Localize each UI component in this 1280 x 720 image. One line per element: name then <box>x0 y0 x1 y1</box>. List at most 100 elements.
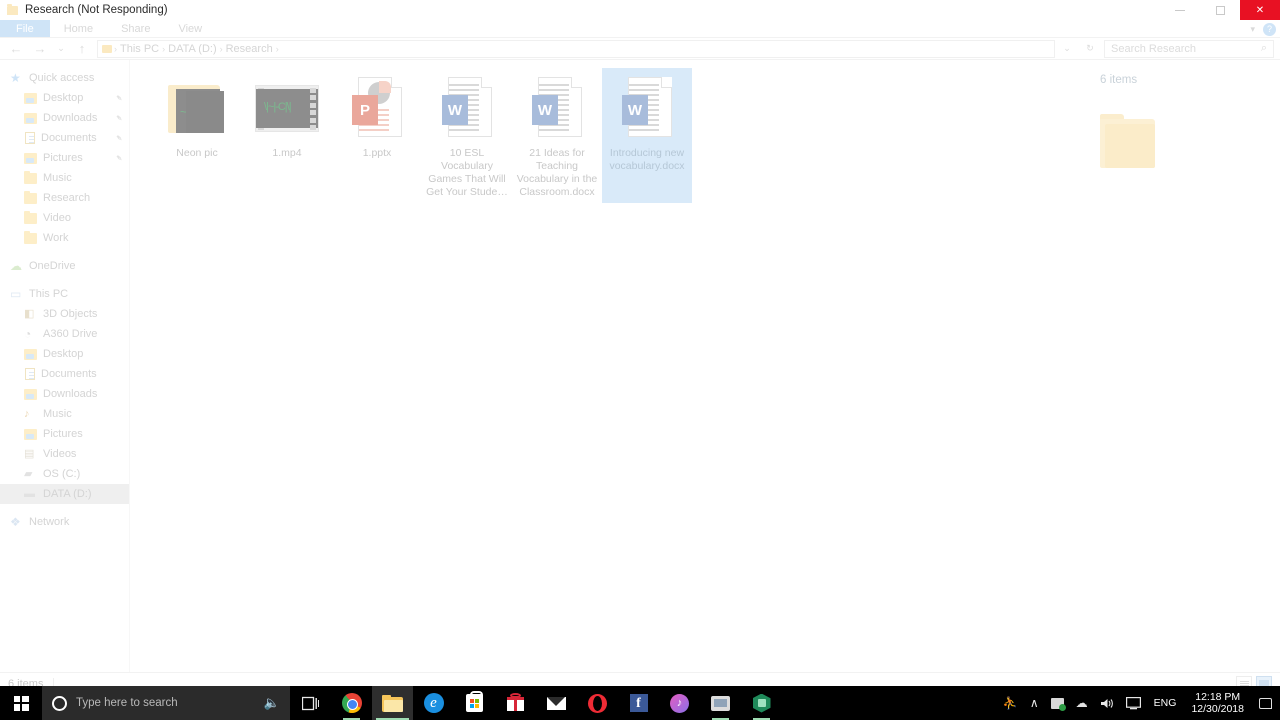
forward-button[interactable]: → <box>28 38 52 60</box>
sidebar-item-pc-videos[interactable]: ▤ Videos <box>0 444 129 464</box>
sidebar-label: Desktop <box>43 92 84 104</box>
language-indicator[interactable]: ENG <box>1147 697 1184 709</box>
tab-file[interactable]: File <box>0 20 50 37</box>
file-item-1-mp4[interactable]: \|~|-C|\| 1.mp4 <box>242 68 332 203</box>
sidebar-item-a360-drive[interactable]: ◔ A360 Drive <box>0 324 129 344</box>
taskbar-app-file-explorer[interactable] <box>372 686 413 720</box>
taskbar-search-input[interactable]: Type here to search 🔈 <box>42 686 290 720</box>
sidebar-item-work[interactable]: Work <box>0 228 129 248</box>
title-bar[interactable]: Research (Not Responding) ✕ <box>0 0 1280 20</box>
file-explorer-icon <box>382 694 403 712</box>
help-icon[interactable]: ? <box>1263 22 1276 36</box>
people-icon[interactable]: ⛹ <box>997 696 1024 710</box>
tab-share[interactable]: Share <box>107 20 164 37</box>
sidebar-item-video[interactable]: Video <box>0 208 129 228</box>
sidebar-item-pictures[interactable]: Pictures ✒ <box>0 148 129 168</box>
clock[interactable]: 12:18 PM 12/30/2018 <box>1183 691 1252 715</box>
taskbar-app-rewards[interactable] <box>495 686 536 720</box>
sidebar-item-network[interactable]: ❖ Network <box>0 512 129 532</box>
navigation-pane[interactable]: ★ Quick access Desktop ✒ Downloads ✒ Doc… <box>0 60 130 672</box>
close-button[interactable]: ✕ <box>1240 0 1280 20</box>
taskbar-app-opera[interactable] <box>577 686 618 720</box>
os-drive-icon: ▰ <box>24 467 33 480</box>
word-badge: W <box>532 95 558 125</box>
sidebar-item-desktop[interactable]: Desktop ✒ <box>0 88 129 108</box>
refresh-icon[interactable]: ↻ <box>1081 38 1099 60</box>
sidebar-item-onedrive[interactable]: ☁ OneDrive <box>0 256 129 276</box>
sidebar-label: Downloads <box>43 388 98 400</box>
start-button[interactable] <box>0 686 42 720</box>
sidebar-item-os-c[interactable]: ▰ OS (C:) <box>0 464 129 484</box>
file-item-introducing-new-vocabulary[interactable]: W Introducing new vocabulary.docx <box>602 68 692 203</box>
opera-icon <box>588 693 607 713</box>
maximize-button[interactable] <box>1200 0 1240 20</box>
display-icon[interactable] <box>1120 696 1147 710</box>
taskbar-app-hex[interactable] <box>741 686 782 720</box>
back-button[interactable]: ← <box>4 38 28 60</box>
breadcrumb[interactable]: › This PC › DATA (D:) › Research › <box>97 39 1055 58</box>
file-item-10-esl-vocabulary-games[interactable]: W 10 ESL Vocabulary Games That Will Get … <box>422 68 512 203</box>
task-view-button[interactable] <box>290 686 331 720</box>
sidebar-item-pc-desktop[interactable]: Desktop <box>0 344 129 364</box>
taskbar-app-facebook[interactable]: f <box>618 686 659 720</box>
store-icon <box>466 691 483 712</box>
word-badge: W <box>442 95 468 125</box>
folder-icon <box>24 191 37 204</box>
tab-home[interactable]: Home <box>50 20 107 37</box>
sidebar-item-documents[interactable]: Documents ✒ <box>0 128 129 148</box>
desktop-folder-icon <box>24 349 37 360</box>
microphone-icon[interactable]: 🔈 <box>264 695 280 711</box>
folder-icon <box>24 211 37 224</box>
taskbar-app-mail[interactable] <box>536 686 577 720</box>
taskbar-app-itunes[interactable]: ♪ <box>659 686 700 720</box>
maximize-icon <box>1215 5 1225 15</box>
notification-center-icon <box>1258 697 1272 709</box>
sidebar-item-downloads[interactable]: Downloads ✒ <box>0 108 129 128</box>
star-icon: ★ <box>10 70 21 85</box>
taskbar-app-edge[interactable]: e <box>413 686 454 720</box>
onedrive-sync-icon[interactable] <box>1045 697 1070 711</box>
folder-icon <box>24 171 37 184</box>
recent-locations-button[interactable]: ⌄ <box>52 38 70 60</box>
taskbar-app-monitor[interactable] <box>700 686 741 720</box>
cloud-icon[interactable]: ☁ <box>1070 696 1094 710</box>
breadcrumb-research[interactable]: Research <box>223 43 276 55</box>
cortana-circle-icon <box>52 695 67 711</box>
notification-center-button[interactable] <box>1252 697 1278 709</box>
file-item-neon-pic[interactable]: ~|~o?O| Neon pic <box>152 68 242 203</box>
search-input[interactable]: Search Research ⌕ <box>1104 39 1274 58</box>
address-dropdown-icon[interactable]: ⌄ <box>1058 38 1076 60</box>
sidebar-item-pc-pictures[interactable]: Pictures <box>0 424 129 444</box>
chevron-down-icon[interactable]: ▾ <box>1250 24 1255 35</box>
sidebar-label: DATA (D:) <box>43 488 92 500</box>
sidebar-item-data-d[interactable]: ▬ DATA (D:) <box>0 484 129 504</box>
taskbar-app-chrome[interactable] <box>331 686 372 720</box>
sidebar-item-pc-downloads[interactable]: Downloads <box>0 384 129 404</box>
file-label: 21 Ideas for Teaching Vocabulary in the … <box>516 147 598 198</box>
volume-icon[interactable] <box>1094 697 1120 710</box>
sidebar-item-quick-access[interactable]: ★ Quick access <box>0 68 129 88</box>
sidebar-item-music[interactable]: Music <box>0 168 129 188</box>
file-list-pane[interactable]: ~|~o?O| Neon pic \|~|-C|\| <box>130 60 1070 672</box>
minimize-button[interactable] <box>1160 0 1200 20</box>
sidebar-item-research[interactable]: Research <box>0 188 129 208</box>
sidebar-label: 3D Objects <box>43 308 98 320</box>
breadcrumb-data-drive[interactable]: DATA (D:) <box>165 43 219 55</box>
file-item-21-ideas-teaching-vocabulary[interactable]: W 21 Ideas for Teaching Vocabulary in th… <box>512 68 602 203</box>
file-item-1-pptx[interactable]: P 1.pptx <box>332 68 422 203</box>
sidebar-item-3d-objects[interactable]: ◧ 3D Objects <box>0 304 129 324</box>
up-button[interactable]: ↑ <box>70 38 94 60</box>
sidebar-item-this-pc[interactable]: ▭ This PC <box>0 284 129 304</box>
a360-drive-icon: ◔ <box>24 326 32 341</box>
breadcrumb-this-pc[interactable]: This PC <box>117 43 162 55</box>
sidebar-item-pc-music[interactable]: ♪ Music <box>0 404 129 424</box>
tab-view[interactable]: View <box>164 20 216 37</box>
sidebar-label: Documents <box>41 132 97 144</box>
taskbar: Type here to search 🔈 e f ♪ ⛹ ∧ ☁ ENG 12… <box>0 686 1280 720</box>
file-label: 1.pptx <box>362 147 392 159</box>
taskbar-app-store[interactable] <box>454 686 495 720</box>
sidebar-label: OneDrive <box>29 260 76 272</box>
sidebar-item-pc-documents[interactable]: Documents <box>0 364 129 384</box>
show-hidden-icons-chevron-icon[interactable]: ∧ <box>1024 696 1045 710</box>
